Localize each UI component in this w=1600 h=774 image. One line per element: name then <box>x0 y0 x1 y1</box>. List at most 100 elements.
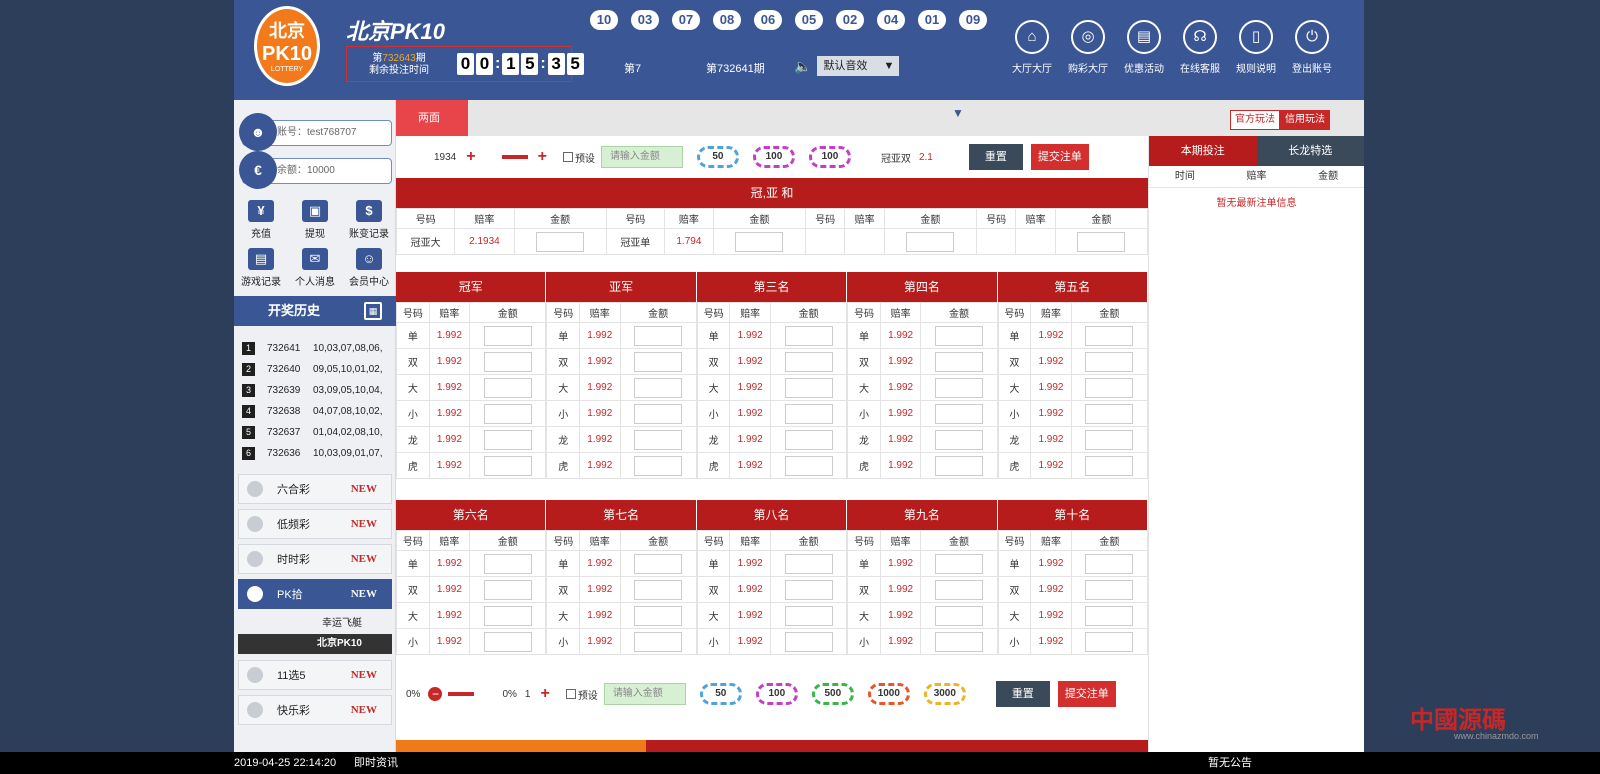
topnav-item[interactable]: ⌂ 大厅大厅 <box>1004 20 1060 75</box>
amount-input[interactable] <box>483 325 532 346</box>
amount-input[interactable] <box>1085 351 1134 372</box>
amount-input[interactable] <box>634 605 683 626</box>
sound-select[interactable]: 默认音效 ▼ <box>817 56 900 76</box>
amount-input[interactable] <box>1077 231 1126 252</box>
amount-input[interactable] <box>1085 455 1134 476</box>
reset-button[interactable]: 重置 <box>995 681 1050 707</box>
amount-input[interactable] <box>483 403 532 424</box>
submit-bet-button[interactable]: 提交注单 <box>1030 144 1089 170</box>
amount-input[interactable] <box>934 455 983 476</box>
chevron-down-icon[interactable]: ▼ <box>952 106 964 120</box>
amount-input[interactable] <box>634 403 683 424</box>
rebate-slider[interactable] <box>501 155 528 159</box>
sub-lottery-item[interactable]: 幸运飞艇 <box>238 614 392 634</box>
lottery-item[interactable]: 低频彩 NEW <box>238 509 392 539</box>
amount-input[interactable] <box>934 351 983 372</box>
submit-bet-button[interactable]: 提交注单 <box>1057 681 1116 707</box>
amount-input[interactable] <box>784 325 833 346</box>
topnav-item[interactable]: ⏻ 登出账号 <box>1284 20 1340 75</box>
minus-icon[interactable]: − <box>428 687 443 701</box>
amount-input[interactable] <box>784 377 833 398</box>
amount-input[interactable] <box>934 429 983 450</box>
quick-link[interactable]: ¥ 充值 <box>234 198 288 246</box>
amount-input[interactable] <box>483 429 532 450</box>
amount-input[interactable] <box>634 325 683 346</box>
topnav-item[interactable]: ◎ 购彩大厅 <box>1060 20 1116 75</box>
sub-lottery-item[interactable]: 北京PK10 <box>238 634 392 654</box>
chip-100[interactable]: 100 <box>752 146 795 168</box>
chip-500[interactable]: 500 <box>811 683 854 705</box>
lottery-item[interactable]: 六合彩 NEW <box>238 474 392 504</box>
lottery-item[interactable]: 时时彩 NEW <box>238 544 392 574</box>
amount-input[interactable] <box>1085 429 1134 450</box>
quick-link[interactable]: $ 账变记录 <box>342 198 396 246</box>
amount-input[interactable] <box>784 429 833 450</box>
chip-3000[interactable]: 3000 <box>923 683 966 705</box>
credit-play-button[interactable]: 信用玩法 <box>1280 110 1330 130</box>
calendar-icon[interactable]: ▦ <box>364 302 382 320</box>
tab-two-sides[interactable]: 两面 <box>396 100 468 136</box>
amount-input[interactable] <box>784 403 833 424</box>
amount-input[interactable] <box>934 553 983 574</box>
amount-input[interactable] <box>784 579 833 600</box>
official-play-button[interactable]: 官方玩法 <box>1230 110 1280 130</box>
amount-input[interactable] <box>483 455 532 476</box>
amount-input[interactable] <box>483 605 532 626</box>
amount-input[interactable] <box>634 429 683 450</box>
amount-input[interactable] <box>1085 553 1134 574</box>
plus-icon[interactable]: + <box>538 148 547 166</box>
amount-input[interactable]: 请输入金额 <box>600 146 683 168</box>
amount-input[interactable] <box>784 605 833 626</box>
plus-icon[interactable]: + <box>466 148 475 166</box>
amount-input[interactable] <box>784 553 833 574</box>
topnav-item[interactable]: ▯ 规则说明 <box>1228 20 1284 75</box>
lottery-item[interactable]: 11选5 NEW <box>238 660 392 690</box>
amount-input[interactable] <box>483 579 532 600</box>
amount-input[interactable] <box>906 231 955 252</box>
amount-input[interactable] <box>784 631 833 652</box>
topnav-item[interactable]: ☊ 在线客服 <box>1172 20 1228 75</box>
plus-icon[interactable]: + <box>540 685 549 703</box>
chip-50[interactable]: 50 <box>696 146 739 168</box>
tab-current-bets[interactable]: 本期投注 <box>1149 136 1257 166</box>
quick-link[interactable]: ▤ 游戏记录 <box>234 246 288 294</box>
amount-input[interactable] <box>634 455 683 476</box>
amount-input[interactable] <box>934 631 983 652</box>
amount-input[interactable] <box>1085 403 1134 424</box>
lottery-item[interactable]: 快乐彩 NEW <box>238 695 392 725</box>
amount-input[interactable] <box>934 605 983 626</box>
amount-input[interactable] <box>784 455 833 476</box>
speaker-icon[interactable]: 🔈 <box>794 58 811 75</box>
amount-input[interactable] <box>536 231 585 252</box>
amount-input[interactable] <box>934 377 983 398</box>
amount-input[interactable] <box>934 579 983 600</box>
chip-100[interactable]: 100 <box>808 146 851 168</box>
amount-input[interactable] <box>934 403 983 424</box>
chip-50[interactable]: 50 <box>699 683 742 705</box>
amount-input[interactable] <box>784 351 833 372</box>
amount-input[interactable] <box>735 231 784 252</box>
amount-input[interactable] <box>483 377 532 398</box>
amount-input[interactable] <box>1085 325 1134 346</box>
amount-input[interactable] <box>634 351 683 372</box>
quick-link[interactable]: ☺ 会员中心 <box>342 246 396 294</box>
amount-input[interactable] <box>483 351 532 372</box>
amount-input[interactable] <box>483 631 532 652</box>
tab-long-dragon[interactable]: 长龙特选 <box>1256 136 1364 166</box>
preset-checkbox[interactable]: 预设 <box>565 687 598 702</box>
chip-100[interactable]: 100 <box>755 683 798 705</box>
amount-input[interactable] <box>1085 579 1134 600</box>
reset-button[interactable]: 重置 <box>968 144 1023 170</box>
rebate-slider[interactable] <box>448 692 475 696</box>
amount-input[interactable] <box>634 553 683 574</box>
topnav-item[interactable]: ▤ 优惠活动 <box>1116 20 1172 75</box>
lottery-item[interactable]: PK拾 NEW <box>238 579 392 609</box>
amount-input[interactable] <box>934 325 983 346</box>
quick-link[interactable]: ▣ 提现 <box>288 198 342 246</box>
quick-link[interactable]: ✉ 个人消息 <box>288 246 342 294</box>
amount-input[interactable] <box>634 579 683 600</box>
amount-input[interactable]: 请输入金额 <box>603 683 686 705</box>
chip-1000[interactable]: 1000 <box>867 683 910 705</box>
amount-input[interactable] <box>634 377 683 398</box>
amount-input[interactable] <box>1085 605 1134 626</box>
